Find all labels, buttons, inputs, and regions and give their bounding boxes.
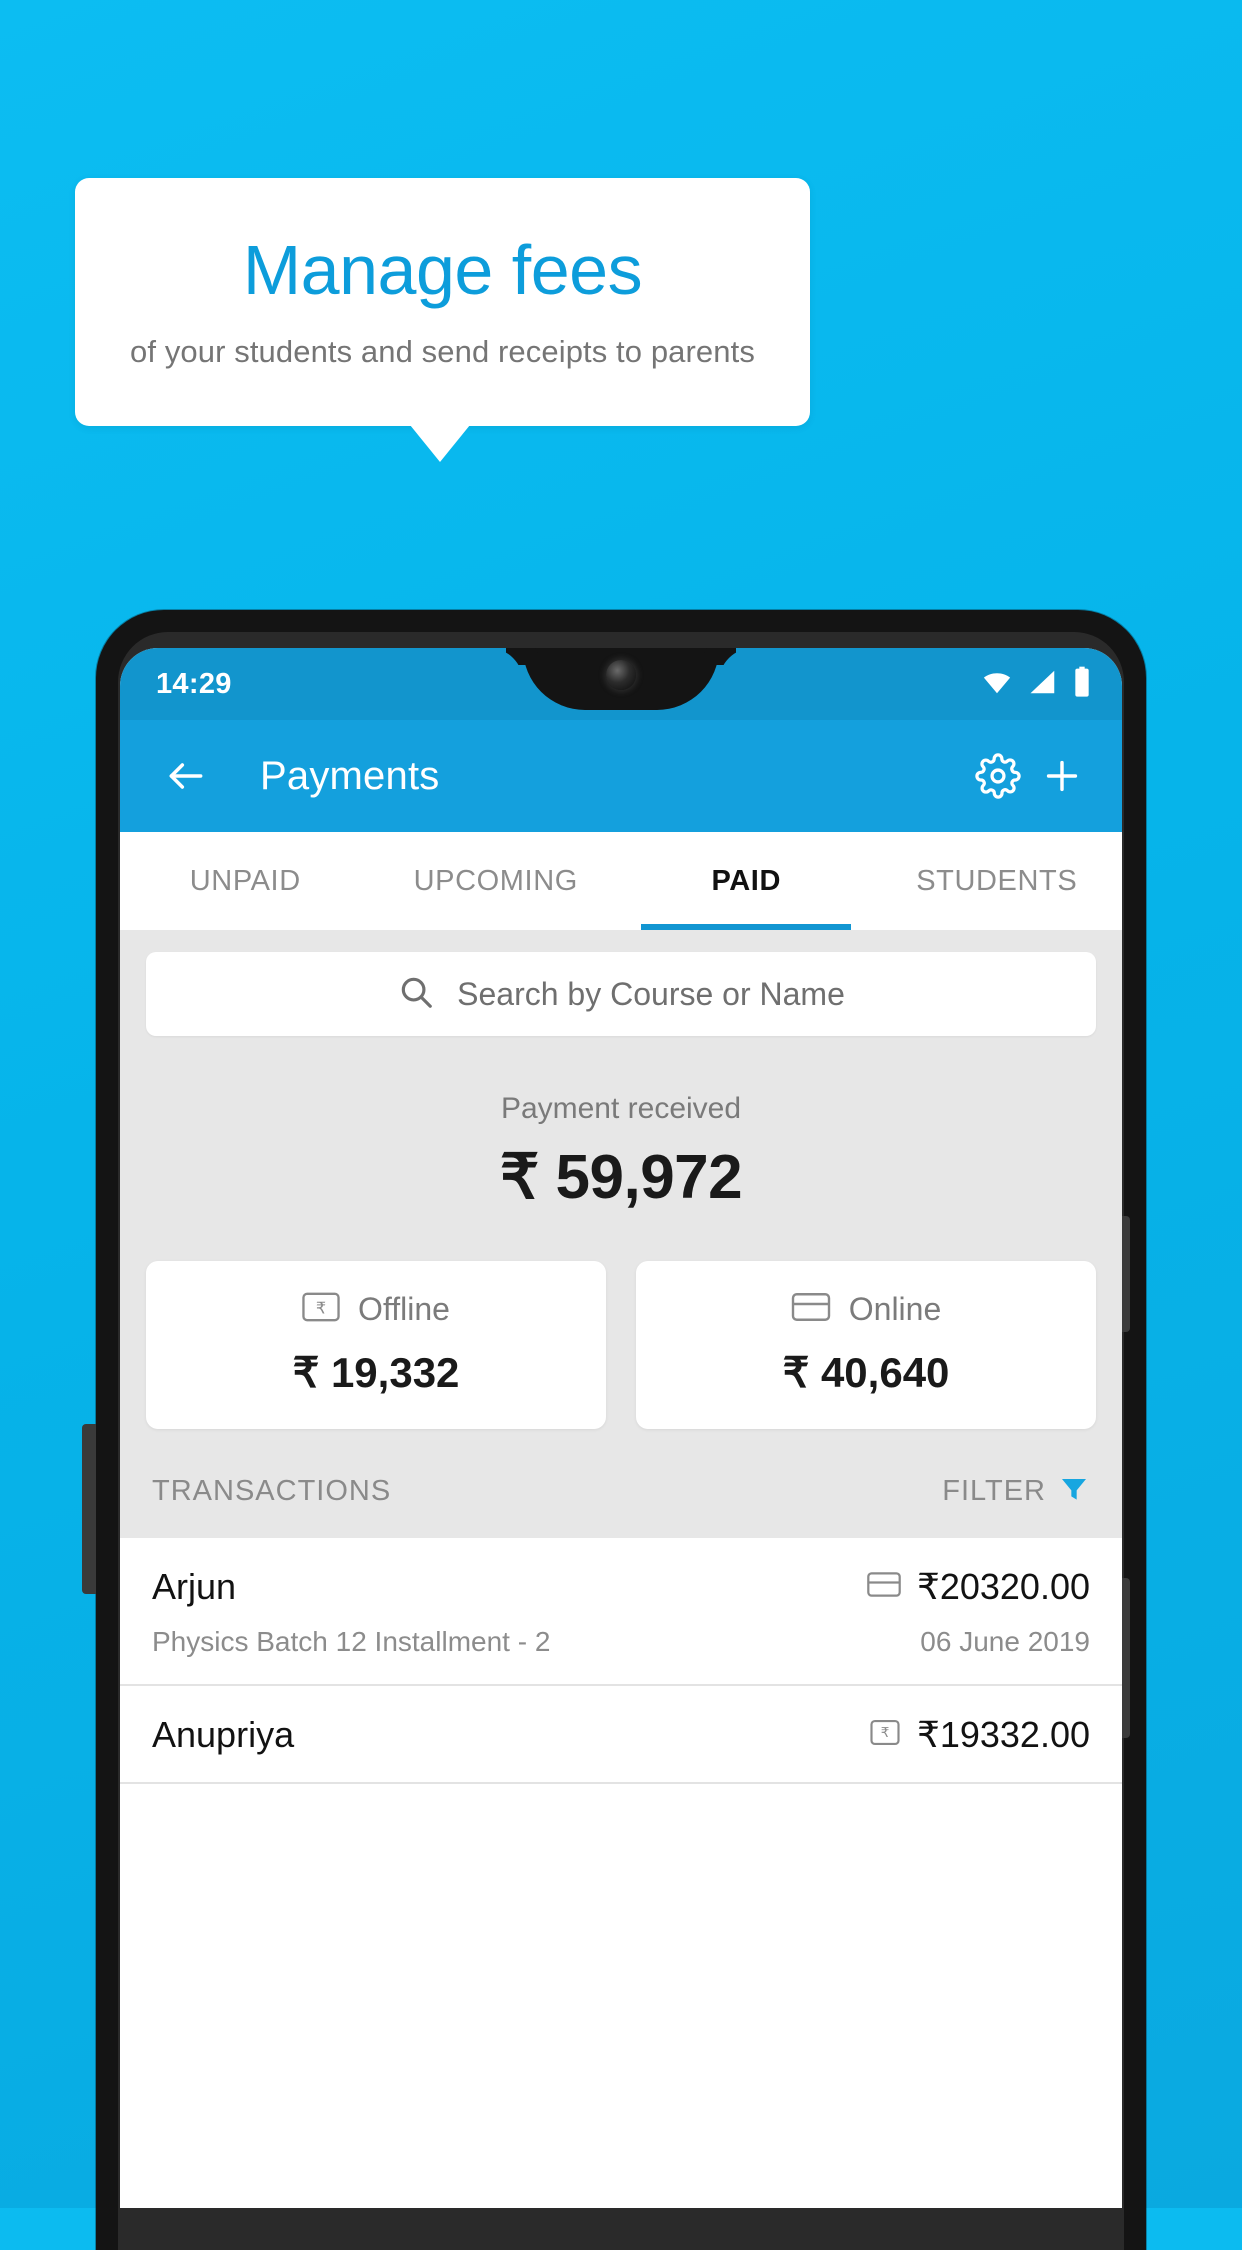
transaction-amount: ₹20320.00 [916,1566,1090,1607]
credit-card-icon [867,1571,901,1603]
transaction-secondary-line: Physics Batch 12 Installment - 2 06 June… [152,1626,1090,1658]
signal-icon [1028,667,1058,702]
online-card-label: Online [848,1291,942,1327]
promo-subtitle: of your students and send receipts to pa… [130,333,755,369]
page-title: Payments [260,753,440,798]
online-card-header: Online [636,1291,1096,1328]
offline-card-label: Offline [358,1291,450,1327]
payment-method-cards: ₹ Offline ₹ 19,332 Online ₹ 40,640 [120,1223,1122,1429]
search-placeholder-text: Search by Course or Name [457,975,845,1012]
transaction-amount-group: ₹20320.00 [867,1566,1090,1608]
filter-button[interactable]: FILTER [942,1473,1090,1510]
gear-icon[interactable] [966,744,1030,808]
wifi-icon [980,667,1014,702]
transaction-description: Physics Batch 12 Installment - 2 [152,1626,551,1657]
tab-bar: UNPAID UPCOMING PAID STUDENTS [120,832,1122,930]
offline-card-amount: ₹ 19,332 [292,1349,460,1396]
content-area: Search by Course or Name Payment receive… [120,930,1122,1784]
funnel-icon [1058,1473,1090,1510]
tab-paid[interactable]: PAID [621,832,872,930]
svg-text:₹: ₹ [316,1299,326,1318]
transactions-label: TRANSACTIONS [152,1475,392,1507]
display-notch [523,648,719,710]
online-card-amount: ₹ 40,640 [782,1349,950,1396]
credit-card-icon [791,1292,831,1327]
table-row[interactable]: Arjun ₹20320.00 Physics Batch 12 Install… [120,1538,1122,1686]
status-bar-icons [980,666,1092,703]
search-input[interactable]: Search by Course or Name [146,952,1096,1036]
promo-callout-card: Manage fees of your students and send re… [75,178,810,426]
front-camera-icon [606,660,636,690]
app-bar: Payments [120,720,1122,832]
phone-left-side-button[interactable] [82,1424,96,1594]
tab-unpaid[interactable]: UNPAID [120,832,371,930]
transaction-amount: ₹19332.00 [916,1714,1090,1755]
plus-icon[interactable] [1030,744,1094,808]
transaction-date: 06 June 2019 [920,1626,1090,1657]
transaction-student-name: Arjun [152,1566,237,1607]
status-bar: 14:29 [120,648,1122,720]
transactions-list: Arjun ₹20320.00 Physics Batch 12 Install… [120,1538,1122,1784]
filter-label: FILTER [942,1475,1046,1507]
cash-note-icon: ₹ [869,1719,901,1751]
transactions-header: TRANSACTIONS FILTER [120,1429,1122,1538]
offline-card-header: ₹ Offline [146,1291,606,1328]
transaction-primary-line: Arjun ₹20320.00 [152,1566,1090,1608]
transaction-primary-line: Anupriya ₹ ₹19332.00 [152,1714,1090,1756]
payment-summary-amount: ₹ 59,972 [499,1143,743,1212]
status-bar-clock: 14:29 [156,667,232,700]
promo-title: Manage fees [242,231,643,310]
payment-summary-label: Payment received [500,1092,742,1125]
transaction-amount-group: ₹ ₹19332.00 [869,1714,1090,1756]
promo-callout-tail [410,425,470,462]
search-icon [397,973,435,1016]
back-arrow-icon[interactable] [154,744,218,808]
cash-note-icon: ₹ [302,1292,340,1327]
svg-text:₹: ₹ [881,1725,890,1741]
table-row[interactable]: Anupriya ₹ ₹19332.00 [120,1686,1122,1784]
online-payment-card[interactable]: Online ₹ 40,640 [636,1261,1096,1429]
battery-icon [1072,666,1092,703]
transaction-student-name: Anupriya [152,1714,295,1755]
tab-students[interactable]: STUDENTS [872,832,1123,930]
phone-screen: 14:29 Payments UNPAID UPCOMING PAID STUD… [120,648,1122,2208]
payment-summary: Payment received ₹ 59,972 [120,1036,1122,1223]
search-container: Search by Course or Name [120,930,1122,1036]
offline-payment-card[interactable]: ₹ Offline ₹ 19,332 [146,1261,606,1429]
tab-upcoming[interactable]: UPCOMING [371,832,622,930]
